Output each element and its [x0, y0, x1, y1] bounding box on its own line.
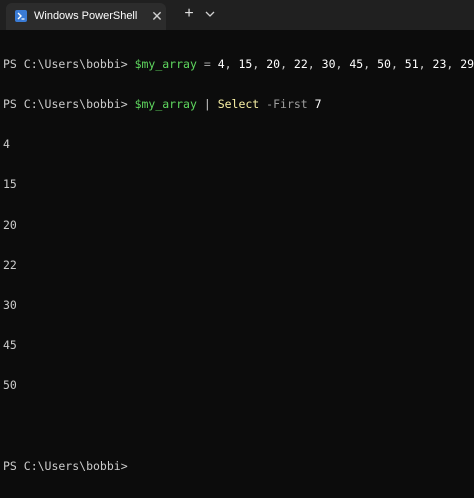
cmdlet: Select: [217, 97, 260, 112]
array-value: 45: [349, 56, 364, 71]
command-line-2: PS C:\Users\bobbi> $my_array | Select -F…: [3, 97, 471, 112]
output-line: 22: [3, 257, 17, 272]
array-value: 15: [238, 56, 253, 71]
tab-title: Windows PowerShell: [34, 10, 138, 22]
pipe: |: [203, 97, 211, 112]
operator: =: [203, 56, 211, 71]
argument: 7: [314, 97, 322, 112]
variable: $my_array: [134, 97, 197, 112]
powershell-icon: [15, 10, 27, 22]
array-value: 22: [293, 56, 308, 71]
output-line: 50: [3, 378, 17, 393]
output-line: 15: [3, 177, 17, 192]
chevron-down-icon[interactable]: [203, 5, 217, 23]
array-value: 4: [217, 56, 225, 71]
output-line: 30: [3, 298, 17, 313]
array-value: 50: [377, 56, 391, 71]
array-value: 23: [432, 56, 447, 71]
output-line: 20: [3, 217, 17, 232]
variable: $my_array: [134, 56, 197, 71]
array-value: 51: [404, 56, 419, 71]
prompt: PS C:\Users\bobbi>: [3, 56, 135, 71]
powershell-window: Windows PowerShell ✕ + PS C:\Users\bobbi…: [0, 0, 474, 473]
parameter: -First: [266, 97, 308, 112]
prompt: PS C:\Users\bobbi>: [3, 97, 135, 112]
command-line-1: PS C:\Users\bobbi> $my_array = 4, 15, 20…: [3, 56, 474, 71]
array-value: 30: [321, 56, 336, 71]
tab-windows-powershell[interactable]: Windows PowerShell ✕: [6, 3, 166, 30]
title-bar: Windows PowerShell ✕ +: [0, 0, 474, 30]
terminal-output[interactable]: PS C:\Users\bobbi> $my_array = 4, 15, 20…: [3, 31, 474, 473]
output-line: 45: [3, 338, 17, 353]
close-icon[interactable]: ✕: [150, 9, 164, 23]
array-value: 29: [460, 56, 474, 71]
new-tab-button[interactable]: +: [181, 5, 197, 23]
final-prompt: PS C:\Users\bobbi>: [3, 458, 135, 473]
output-line: 4: [3, 137, 10, 152]
array-value: 20: [266, 56, 281, 71]
